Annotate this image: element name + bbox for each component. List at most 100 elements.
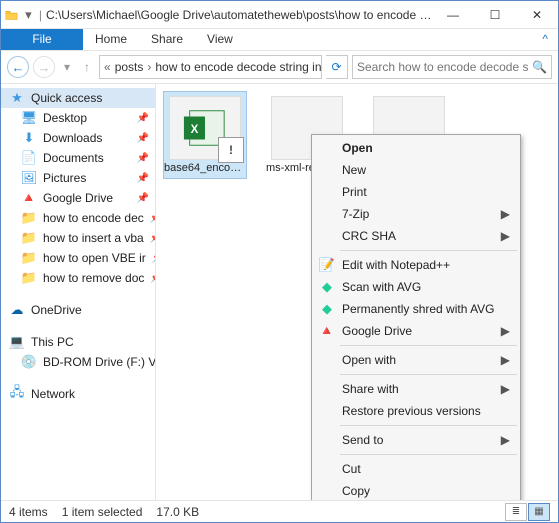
sidebar-bdrom[interactable]: 💿BD-ROM Drive (F:) V — [1, 352, 155, 372]
menu-new[interactable]: New — [314, 159, 518, 181]
menu-print[interactable]: Print — [314, 181, 518, 203]
sidebar-item-label: Downloads — [43, 131, 102, 145]
body: ★ Quick access 🖥Desktop📌 ⬇Downloads📌 📄Do… — [1, 83, 558, 500]
sidebar-item-desktop[interactable]: 🖥Desktop📌 — [1, 108, 155, 128]
gdrive-icon: 🔺 — [21, 190, 37, 206]
tab-home[interactable]: Home — [83, 29, 139, 50]
tab-file[interactable]: File — [1, 29, 83, 50]
folder-icon: 📁 — [21, 270, 37, 286]
sidebar-item-label: Network — [31, 387, 75, 401]
gdrive-icon: 🔺 — [318, 323, 336, 339]
crumb-current[interactable]: how to encode decode string in base... — [155, 60, 322, 74]
menu-cut[interactable]: Cut — [314, 458, 518, 480]
sidebar-item-documents[interactable]: 📄Documents📌 — [1, 148, 155, 168]
menu-separator — [340, 345, 517, 346]
menu-label: CRC SHA — [342, 229, 396, 243]
sidebar-item-folder[interactable]: 📁how to open VBE ir📌 — [1, 248, 155, 268]
quick-access-header[interactable]: ★ Quick access — [1, 88, 155, 108]
menu-separator — [340, 454, 517, 455]
nav-back-button[interactable]: ← — [7, 56, 29, 78]
sidebar-item-label: how to encode dec — [43, 211, 144, 225]
minimize-button[interactable]: — — [432, 1, 474, 29]
sidebar-item-label: This PC — [31, 335, 74, 349]
avg-icon: ◆ — [318, 301, 336, 317]
submenu-arrow-icon: ▶ — [501, 433, 510, 447]
nav-pane: ★ Quick access 🖥Desktop📌 ⬇Downloads📌 📄Do… — [1, 84, 156, 500]
sidebar-item-label: Google Drive — [43, 191, 113, 205]
menu-label: Open with — [342, 353, 396, 367]
pin-icon: 📌 — [137, 113, 149, 124]
sidebar-item-folder[interactable]: 📁how to insert a vba📌 — [1, 228, 155, 248]
menu-npp[interactable]: 📝Edit with Notepad++ — [314, 254, 518, 276]
status-selected: 1 item selected — [62, 505, 143, 519]
menu-label: Share with — [342, 382, 399, 396]
menu-crc[interactable]: CRC SHA ▶ — [314, 225, 518, 247]
tab-view[interactable]: View — [195, 29, 245, 50]
nav-up-button[interactable]: ↑ — [79, 60, 95, 74]
refresh-button[interactable]: ⟳ — [326, 55, 348, 79]
sidebar-item-gdrive[interactable]: 🔺Google Drive📌 — [1, 188, 155, 208]
pictures-icon: 🖼 — [21, 170, 37, 186]
menu-label: Print — [342, 185, 367, 199]
menu-7zip[interactable]: 7-Zip▶ — [314, 203, 518, 225]
sidebar-item-label: Pictures — [43, 171, 86, 185]
crumb-posts[interactable]: posts — [115, 60, 144, 74]
breadcrumb[interactable]: « posts › how to encode decode string in… — [99, 55, 322, 79]
sidebar-item-label: Desktop — [43, 111, 87, 125]
view-details-button[interactable]: ≣ — [505, 503, 527, 521]
menu-label: New — [342, 163, 366, 177]
close-button[interactable]: ✕ — [516, 1, 558, 29]
menu-open[interactable]: Open — [314, 137, 518, 159]
menu-separator — [340, 374, 517, 375]
maximize-button[interactable]: ☐ — [474, 1, 516, 29]
onedrive-icon: ☁ — [9, 302, 25, 318]
menu-openwith[interactable]: Open with▶ — [314, 349, 518, 371]
file-list[interactable]: X ! base64_encode_d ms-xml-reference vba… — [156, 84, 558, 500]
folder-icon: 📁 — [21, 210, 37, 226]
pin-icon: 📌 — [137, 133, 149, 144]
sidebar-item-label: BD-ROM Drive (F:) V — [43, 355, 155, 369]
menu-label: Send to — [342, 433, 383, 447]
view-icons-button[interactable]: ▦ — [528, 503, 550, 521]
tab-share[interactable]: Share — [139, 29, 195, 50]
menu-label: Open — [342, 141, 373, 155]
window-path: C:\Users\Michael\Google Drive\automateth… — [46, 8, 432, 22]
sidebar-item-label: Documents — [43, 151, 104, 165]
menu-sharewith[interactable]: Share with▶ — [314, 378, 518, 400]
menu-scan-avg[interactable]: ◆ Scan with AVG — [314, 276, 518, 298]
sidebar-item-folder[interactable]: 📁how to remove doc📌 — [1, 268, 155, 288]
sidebar-network[interactable]: 🖧Network — [1, 384, 155, 404]
submenu-arrow-icon: ▶ — [501, 229, 510, 243]
menu-label: Permanently shred with AVG — [342, 302, 495, 316]
explorer-window: ▾ | C:\Users\Michael\Google Drive\automa… — [0, 0, 559, 523]
chevron-left-icon: « — [104, 60, 111, 74]
menu-label: Scan with AVG — [342, 280, 421, 294]
search-box[interactable]: 🔍 — [352, 55, 552, 79]
sidebar-item-folder[interactable]: 📁how to encode dec📌 — [1, 208, 155, 228]
star-icon: ★ — [9, 90, 25, 106]
nav-recent-icon[interactable]: ▾ — [59, 60, 75, 74]
menu-gdrive[interactable]: 🔺Google Drive▶ — [314, 320, 518, 342]
nav-forward-button[interactable]: → — [33, 56, 55, 78]
menu-label: 7-Zip — [342, 207, 369, 221]
chevron-down-icon[interactable]: ▾ — [22, 7, 35, 23]
menu-label: Google Drive — [342, 324, 412, 338]
sidebar-thispc[interactable]: 💻This PC — [1, 332, 155, 352]
pin-icon: 📌 — [150, 233, 155, 244]
ribbon-tabs: File Home Share View ^ — [1, 29, 558, 51]
sidebar-item-downloads[interactable]: ⬇Downloads📌 — [1, 128, 155, 148]
file-item[interactable]: X ! base64_encode_d — [164, 92, 246, 178]
menu-sendto[interactable]: Send to ▶ — [314, 429, 518, 451]
menu-label: Edit with Notepad++ — [342, 258, 450, 272]
folder-icon — [5, 7, 18, 23]
title-separator: | — [39, 8, 42, 22]
search-input[interactable] — [357, 60, 528, 74]
sidebar-onedrive[interactable]: ☁OneDrive — [1, 300, 155, 320]
sidebar-item-label: how to insert a vba — [43, 231, 144, 245]
sidebar-item-pictures[interactable]: 🖼Pictures📌 — [1, 168, 155, 188]
avg-icon: ◆ — [318, 279, 336, 295]
ribbon-expand-icon[interactable]: ^ — [542, 29, 558, 50]
menu-copy[interactable]: Copy — [314, 480, 518, 500]
menu-shred-avg[interactable]: ◆ Permanently shred with AVG — [314, 298, 518, 320]
menu-restore[interactable]: Restore previous versions — [314, 400, 518, 422]
